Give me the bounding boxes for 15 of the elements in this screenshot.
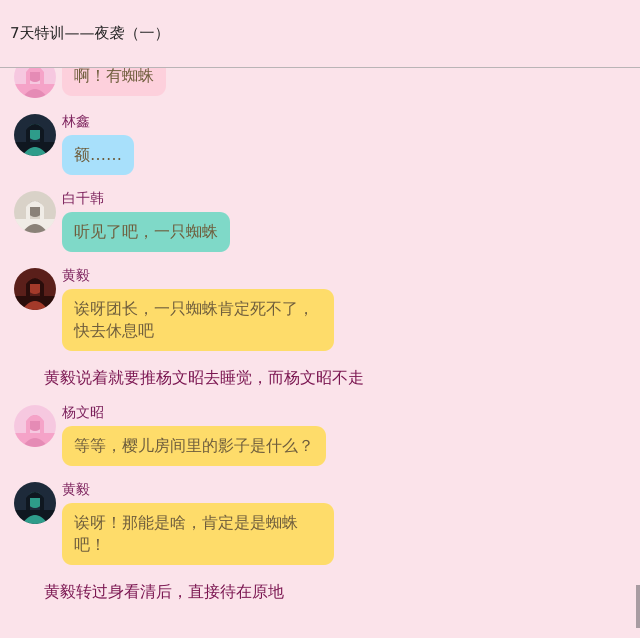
message-bubble: 听见了吧，一只蜘蛛: [62, 212, 230, 252]
sender-name: 白千韩: [62, 191, 104, 208]
message-bubble: 诶呀团长，一只蜘蛛肯定死不了，快去休息吧: [62, 289, 334, 351]
sender-name: 杨文昭: [62, 405, 104, 422]
narration-text: 黄毅转过身看清后，直接待在原地: [43, 581, 285, 603]
scrollbar-thumb[interactable]: [636, 585, 640, 628]
narration-text: 黄毅说着就要推杨文昭去睡觉，而杨文昭不走: [43, 367, 365, 389]
message-bubble: 额……: [62, 135, 134, 175]
sender-name: 林鑫: [62, 114, 90, 131]
message-bubble: 诶呀！那能是啥，肯定是是蜘蛛吧！: [62, 503, 334, 565]
chapter-title: 7天特训——夜袭（一）: [10, 24, 170, 43]
message-bubble: 啊！有蜘蛛: [62, 68, 166, 96]
message-bubble: 等等，樱儿房间里的影子是什么？: [62, 426, 326, 466]
sender-name: 黄毅: [62, 268, 90, 285]
sender-name: 黄毅: [62, 482, 90, 499]
